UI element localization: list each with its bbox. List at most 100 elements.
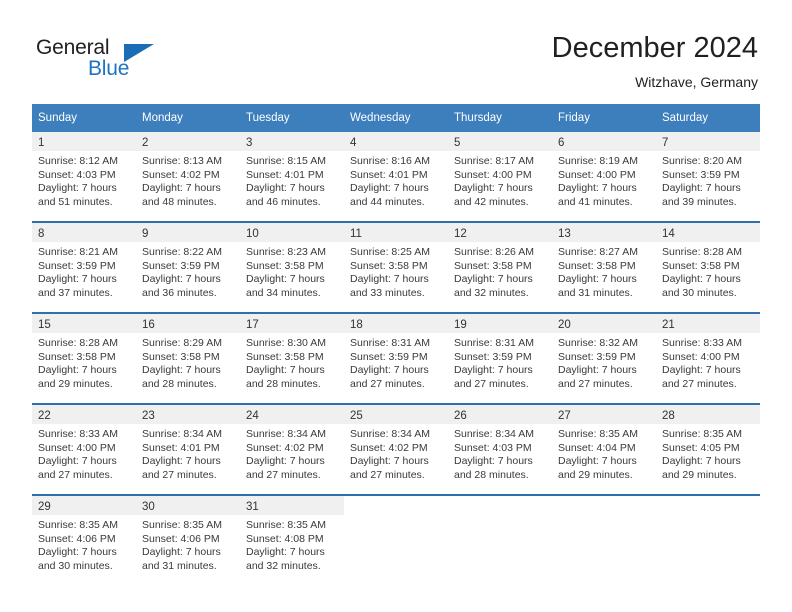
calendar-day-cell[interactable]: 12 Sunrise: 8:26 AM Sunset: 3:58 PM Dayligh… bbox=[448, 221, 552, 313]
daylight-text-line1: Daylight: 7 hours bbox=[454, 455, 533, 468]
day-number: 14 bbox=[662, 228, 675, 240]
calendar-day-cell[interactable]: 2 Sunrise: 8:13 AM Sunset: 4:02 PM Daylight… bbox=[136, 132, 240, 222]
sunset-text: Sunset: 4:00 PM bbox=[454, 168, 532, 181]
calendar-day-cell[interactable] bbox=[448, 494, 552, 585]
day-cell-content bbox=[656, 496, 760, 585]
day-cell-content: 7 Sunrise: 8:20 AM Sunset: 3:59 PM Daylight… bbox=[656, 132, 760, 221]
location-subtitle: Witzhave, Germany bbox=[635, 74, 758, 90]
day-number: 29 bbox=[38, 501, 51, 513]
day-cell-content: 18 Sunrise: 8:31 AM Sunset: 3:59 PM Dayligh… bbox=[344, 314, 448, 403]
day-number-band: 10 bbox=[240, 223, 344, 242]
calendar-day-cell[interactable]: 22 Sunrise: 8:33 AM Sunset: 4:00 PM Dayligh… bbox=[32, 403, 136, 495]
day-cell-content: 23 Sunrise: 8:34 AM Sunset: 4:01 PM Dayligh… bbox=[136, 405, 240, 494]
day-number: 31 bbox=[246, 501, 259, 513]
calendar-day-cell[interactable]: 15 Sunrise: 8:28 AM Sunset: 3:58 PM Dayligh… bbox=[32, 312, 136, 404]
calendar-day-cell[interactable]: 8 Sunrise: 8:21 AM Sunset: 3:59 PM Daylight… bbox=[32, 221, 136, 313]
daylight-text-line2: and 34 minutes. bbox=[246, 286, 321, 299]
calendar-day-cell[interactable]: 24 Sunrise: 8:34 AM Sunset: 4:02 PM Dayligh… bbox=[240, 403, 344, 495]
calendar-day-cell[interactable]: 5 Sunrise: 8:17 AM Sunset: 4:00 PM Daylight… bbox=[448, 132, 552, 222]
day-cell-content: 29 Sunrise: 8:35 AM Sunset: 4:06 PM Dayligh… bbox=[32, 496, 136, 585]
daylight-text-line2: and 31 minutes. bbox=[558, 286, 633, 299]
day-details: Sunrise: 8:35 AM Sunset: 4:05 PM Daylight:… bbox=[656, 424, 760, 482]
calendar-day-cell[interactable]: 21 Sunrise: 8:33 AM Sunset: 4:00 PM Dayligh… bbox=[656, 312, 760, 404]
day-details bbox=[448, 515, 552, 519]
day-number: 7 bbox=[662, 137, 669, 149]
day-cell-content: 31 Sunrise: 8:35 AM Sunset: 4:08 PM Dayligh… bbox=[240, 496, 344, 585]
calendar-day-cell[interactable]: 31 Sunrise: 8:35 AM Sunset: 4:08 PM Dayligh… bbox=[240, 494, 344, 585]
calendar-week-row: 1 Sunrise: 8:12 AM Sunset: 4:03 PM Daylight… bbox=[32, 132, 760, 222]
page-title: December 2024 bbox=[551, 32, 758, 64]
calendar-day-cell[interactable]: 4 Sunrise: 8:16 AM Sunset: 4:01 PM Daylight… bbox=[344, 132, 448, 222]
day-details bbox=[552, 515, 656, 519]
sunset-text: Sunset: 4:06 PM bbox=[142, 532, 220, 545]
calendar-day-cell[interactable]: 17 Sunrise: 8:30 AM Sunset: 3:58 PM Dayligh… bbox=[240, 312, 344, 404]
day-details: Sunrise: 8:34 AM Sunset: 4:01 PM Daylight:… bbox=[136, 424, 240, 482]
day-number: 26 bbox=[454, 410, 467, 422]
calendar-day-cell[interactable]: 14 Sunrise: 8:28 AM Sunset: 3:58 PM Dayligh… bbox=[656, 221, 760, 313]
calendar-day-cell[interactable]: 27 Sunrise: 8:35 AM Sunset: 4:04 PM Dayligh… bbox=[552, 403, 656, 495]
calendar-day-cell[interactable]: 7 Sunrise: 8:20 AM Sunset: 3:59 PM Daylight… bbox=[656, 132, 760, 222]
day-number-band: 12 bbox=[448, 223, 552, 242]
day-cell-content: 25 Sunrise: 8:34 AM Sunset: 4:02 PM Dayligh… bbox=[344, 405, 448, 494]
calendar-day-cell[interactable]: 10 Sunrise: 8:23 AM Sunset: 3:58 PM Dayligh… bbox=[240, 221, 344, 313]
day-number-band: 9 bbox=[136, 223, 240, 242]
calendar-day-cell[interactable]: 19 Sunrise: 8:31 AM Sunset: 3:59 PM Dayligh… bbox=[448, 312, 552, 404]
day-details: Sunrise: 8:34 AM Sunset: 4:02 PM Daylight:… bbox=[344, 424, 448, 482]
calendar-day-cell[interactable] bbox=[552, 494, 656, 585]
calendar-day-cell[interactable]: 30 Sunrise: 8:35 AM Sunset: 4:06 PM Dayligh… bbox=[136, 494, 240, 585]
calendar-day-cell[interactable]: 16 Sunrise: 8:29 AM Sunset: 3:58 PM Dayligh… bbox=[136, 312, 240, 404]
daylight-text-line2: and 29 minutes. bbox=[38, 377, 113, 390]
sunrise-text: Sunrise: 8:31 AM bbox=[350, 337, 430, 349]
weekday-header-friday: Friday bbox=[552, 104, 656, 132]
sunset-text: Sunset: 4:02 PM bbox=[246, 441, 324, 454]
day-number: 20 bbox=[558, 319, 571, 331]
day-number-band: 16 bbox=[136, 314, 240, 333]
sunset-text: Sunset: 4:08 PM bbox=[246, 532, 324, 545]
calendar-day-cell[interactable]: 3 Sunrise: 8:15 AM Sunset: 4:01 PM Daylight… bbox=[240, 132, 344, 222]
logo-text-blue: Blue bbox=[88, 57, 130, 80]
sunrise-text: Sunrise: 8:19 AM bbox=[558, 155, 638, 167]
calendar-day-cell[interactable]: 13 Sunrise: 8:27 AM Sunset: 3:58 PM Dayligh… bbox=[552, 221, 656, 313]
day-cell-content: 22 Sunrise: 8:33 AM Sunset: 4:00 PM Dayligh… bbox=[32, 405, 136, 494]
calendar-day-cell[interactable] bbox=[656, 494, 760, 585]
day-number-band bbox=[344, 496, 448, 515]
day-cell-content bbox=[552, 496, 656, 585]
day-number: 3 bbox=[246, 137, 253, 149]
sunset-text: Sunset: 3:59 PM bbox=[558, 350, 636, 363]
general-blue-logo[interactable]: General Blue bbox=[36, 36, 176, 86]
daylight-text-line2: and 30 minutes. bbox=[662, 286, 737, 299]
calendar-day-cell[interactable]: 25 Sunrise: 8:34 AM Sunset: 4:02 PM Dayligh… bbox=[344, 403, 448, 495]
calendar-day-cell[interactable]: 20 Sunrise: 8:32 AM Sunset: 3:59 PM Dayligh… bbox=[552, 312, 656, 404]
calendar-day-cell[interactable]: 1 Sunrise: 8:12 AM Sunset: 4:03 PM Daylight… bbox=[32, 132, 136, 222]
calendar-day-cell[interactable]: 29 Sunrise: 8:35 AM Sunset: 4:06 PM Dayligh… bbox=[32, 494, 136, 585]
day-details: Sunrise: 8:28 AM Sunset: 3:58 PM Daylight:… bbox=[656, 242, 760, 300]
sunset-text: Sunset: 4:05 PM bbox=[662, 441, 740, 454]
sunset-text: Sunset: 3:59 PM bbox=[350, 350, 428, 363]
calendar-day-cell[interactable]: 26 Sunrise: 8:34 AM Sunset: 4:03 PM Dayligh… bbox=[448, 403, 552, 495]
day-details: Sunrise: 8:35 AM Sunset: 4:04 PM Daylight:… bbox=[552, 424, 656, 482]
calendar-day-cell[interactable]: 23 Sunrise: 8:34 AM Sunset: 4:01 PM Dayligh… bbox=[136, 403, 240, 495]
weekday-header-wednesday: Wednesday bbox=[344, 104, 448, 132]
calendar-day-cell[interactable]: 11 Sunrise: 8:25 AM Sunset: 3:58 PM Dayligh… bbox=[344, 221, 448, 313]
day-number-band: 15 bbox=[32, 314, 136, 333]
calendar-day-cell[interactable]: 9 Sunrise: 8:22 AM Sunset: 3:59 PM Daylight… bbox=[136, 221, 240, 313]
day-number: 6 bbox=[558, 137, 565, 149]
day-number: 8 bbox=[38, 228, 45, 240]
day-number: 18 bbox=[350, 319, 363, 331]
day-cell-content: 11 Sunrise: 8:25 AM Sunset: 3:58 PM Dayligh… bbox=[344, 223, 448, 312]
sunset-text: Sunset: 3:58 PM bbox=[558, 259, 636, 272]
weekday-header-thursday: Thursday bbox=[448, 104, 552, 132]
calendar-day-cell[interactable]: 18 Sunrise: 8:31 AM Sunset: 3:59 PM Dayligh… bbox=[344, 312, 448, 404]
day-number: 2 bbox=[142, 137, 149, 149]
daylight-text-line2: and 29 minutes. bbox=[662, 468, 737, 481]
day-details: Sunrise: 8:22 AM Sunset: 3:59 PM Daylight:… bbox=[136, 242, 240, 300]
day-details: Sunrise: 8:21 AM Sunset: 3:59 PM Daylight:… bbox=[32, 242, 136, 300]
day-cell-content: 14 Sunrise: 8:28 AM Sunset: 3:58 PM Dayligh… bbox=[656, 223, 760, 312]
calendar-day-cell[interactable] bbox=[344, 494, 448, 585]
daylight-text-line2: and 27 minutes. bbox=[350, 468, 425, 481]
calendar-day-cell[interactable]: 6 Sunrise: 8:19 AM Sunset: 4:00 PM Daylight… bbox=[552, 132, 656, 222]
page-header: General Blue December 2024 Witzhave, Ger… bbox=[0, 0, 792, 100]
sunset-text: Sunset: 4:03 PM bbox=[38, 168, 116, 181]
daylight-text-line2: and 37 minutes. bbox=[38, 286, 113, 299]
calendar-day-cell[interactable]: 28 Sunrise: 8:35 AM Sunset: 4:05 PM Dayligh… bbox=[656, 403, 760, 495]
